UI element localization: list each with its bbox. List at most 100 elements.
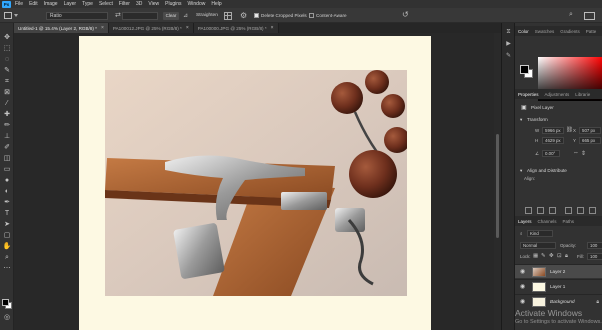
- eyedropper-tool-icon[interactable]: ⁄: [2, 99, 12, 108]
- menu-3d[interactable]: 3D: [136, 1, 142, 7]
- menu-filter[interactable]: Filter: [119, 1, 130, 7]
- tab-pa100012[interactable]: PA100012.JPG @ 25% (RGB/8) * ×: [108, 23, 194, 33]
- gear-icon[interactable]: ⚙: [240, 11, 247, 20]
- tab-adjustments[interactable]: Adjustments: [542, 92, 573, 97]
- clone-stamp-tool-icon[interactable]: ⊥: [2, 132, 12, 141]
- path-select-tool-icon[interactable]: ➤: [2, 220, 12, 229]
- history-icon[interactable]: ⧖: [505, 29, 512, 36]
- menu-image[interactable]: Image: [44, 1, 58, 7]
- tab-color[interactable]: Color: [515, 29, 532, 34]
- link-icon[interactable]: ⛓: [566, 127, 573, 133]
- flip-vertical-icon[interactable]: ⇕: [581, 150, 586, 157]
- tab-properties[interactable]: Properties: [515, 92, 542, 97]
- close-icon[interactable]: ×: [186, 25, 189, 31]
- close-icon[interactable]: ×: [101, 25, 104, 31]
- history-brush-tool-icon[interactable]: ✐: [2, 143, 12, 152]
- align-left-icon[interactable]: [525, 207, 532, 214]
- clear-button[interactable]: Clear: [163, 12, 179, 20]
- tab-paths[interactable]: Paths: [560, 219, 578, 224]
- menu-window[interactable]: Window: [188, 1, 206, 7]
- x-field[interactable]: 507 px: [579, 127, 601, 134]
- height-field[interactable]: 4629 px: [542, 137, 564, 144]
- menu-type[interactable]: Type: [82, 1, 93, 7]
- tab-pa100000[interactable]: PA100000.JPG @ 25% (RGB/8) * ×: [193, 23, 279, 33]
- lock-move-icon[interactable]: ✥: [549, 253, 554, 259]
- color-panel-foreground[interactable]: [520, 65, 529, 74]
- menu-view[interactable]: View: [148, 1, 159, 7]
- delete-cropped-checkbox[interactable]: [254, 13, 259, 18]
- align-center-icon[interactable]: [537, 207, 544, 214]
- workspace-icon[interactable]: [584, 12, 595, 20]
- eraser-tool-icon[interactable]: ◫: [2, 154, 12, 163]
- move-tool-icon[interactable]: ✥: [2, 33, 12, 42]
- flip-horizontal-icon[interactable]: ⇔: [573, 150, 579, 156]
- lasso-tool-icon[interactable]: ◌: [2, 55, 12, 64]
- lock-all-icon[interactable]: 🔒︎: [565, 253, 568, 260]
- healing-tool-icon[interactable]: ✚: [2, 110, 12, 119]
- tab-patterns[interactable]: Patte: [583, 29, 600, 34]
- quick-select-tool-icon[interactable]: ✎: [2, 66, 12, 75]
- crop-tool-icon[interactable]: [4, 12, 12, 19]
- lock-paint-icon[interactable]: ✎: [541, 253, 546, 259]
- menu-plugins[interactable]: Plugins: [165, 1, 181, 7]
- align-middle-icon[interactable]: [577, 207, 584, 214]
- close-icon[interactable]: ×: [271, 25, 274, 31]
- angle-field[interactable]: 0.00°: [542, 150, 560, 157]
- reset-icon[interactable]: ↺: [402, 10, 409, 19]
- eye-icon[interactable]: ◉: [520, 268, 525, 275]
- menu-edit[interactable]: Edit: [29, 1, 38, 7]
- brush-settings-icon[interactable]: ✎: [505, 53, 512, 60]
- quick-mask-icon[interactable]: ◎: [2, 313, 12, 322]
- crop-tool-icon[interactable]: ⌗: [2, 77, 12, 86]
- pen-tool-icon[interactable]: ✒: [2, 198, 12, 207]
- type-tool-icon[interactable]: T: [2, 209, 12, 218]
- actions-icon[interactable]: ▶: [505, 41, 512, 48]
- dodge-tool-icon[interactable]: ◐: [2, 187, 12, 196]
- scrollbar-thumb[interactable]: [496, 134, 499, 238]
- eye-icon[interactable]: ◉: [520, 298, 525, 305]
- zoom-tool-icon[interactable]: ⌕: [2, 253, 12, 262]
- tool-preset-chevron-down-icon[interactable]: [14, 14, 18, 17]
- artboard-tool-icon[interactable]: ⬚: [2, 44, 12, 53]
- lock-artboard-icon[interactable]: ⊡: [557, 253, 562, 259]
- search-icon[interactable]: ⌕: [569, 11, 573, 19]
- tab-gradients[interactable]: Gradients: [557, 29, 583, 34]
- layer-name[interactable]: Layer 2: [550, 269, 565, 274]
- layer-name[interactable]: Layer 1: [550, 284, 565, 289]
- fill-field[interactable]: 100: [587, 253, 602, 260]
- hand-tool-icon[interactable]: ✋: [2, 242, 12, 251]
- blur-tool-icon[interactable]: ●: [2, 176, 12, 185]
- gradient-tool-icon[interactable]: ▭: [2, 165, 12, 174]
- align-chevron-icon[interactable]: ▾: [520, 168, 522, 174]
- align-bottom-icon[interactable]: [589, 207, 596, 214]
- tab-channels[interactable]: Channels: [535, 219, 560, 224]
- menu-layer[interactable]: Layer: [64, 1, 77, 7]
- tab-libraries[interactable]: Librarie: [572, 92, 593, 97]
- lock-pixels-icon[interactable]: ▦: [533, 253, 538, 259]
- blend-mode-select[interactable]: Normal: [520, 242, 556, 249]
- layer-name[interactable]: Background: [550, 299, 575, 304]
- foreground-color-swatch[interactable]: [2, 299, 9, 306]
- opacity-field[interactable]: 100: [587, 242, 602, 249]
- transform-chevron-icon[interactable]: ▾: [520, 117, 522, 123]
- align-right-icon[interactable]: [549, 207, 556, 214]
- menu-select[interactable]: Select: [99, 1, 113, 7]
- straighten-label[interactable]: Straighten: [196, 12, 218, 20]
- straighten-icon[interactable]: ⊿: [183, 12, 194, 20]
- tab-swatches[interactable]: Swatches: [532, 29, 558, 34]
- eye-icon[interactable]: ◉: [520, 283, 525, 290]
- menu-file[interactable]: File: [15, 1, 23, 7]
- ratio-select[interactable]: Ratio: [46, 12, 108, 20]
- rectangle-tool-icon[interactable]: ▢: [2, 231, 12, 240]
- kind-filter-select[interactable]: Kind: [527, 230, 553, 237]
- ratio-width-field[interactable]: [122, 12, 158, 20]
- rosary-crucifix-photo[interactable]: [105, 70, 407, 296]
- frame-tool-icon[interactable]: ⊠: [2, 88, 12, 97]
- more-tools-icon[interactable]: ⋯: [2, 264, 12, 273]
- layer-row-layer-2[interactable]: ◉ Layer 2: [515, 264, 602, 278]
- layer-row-background[interactable]: ◉ Background 🔒︎: [515, 294, 602, 308]
- brush-tool-icon[interactable]: ✏: [2, 121, 12, 130]
- align-top-icon[interactable]: [565, 207, 572, 214]
- swap-icon[interactable]: ⇄: [115, 11, 121, 19]
- y-field[interactable]: 665 px: [579, 137, 601, 144]
